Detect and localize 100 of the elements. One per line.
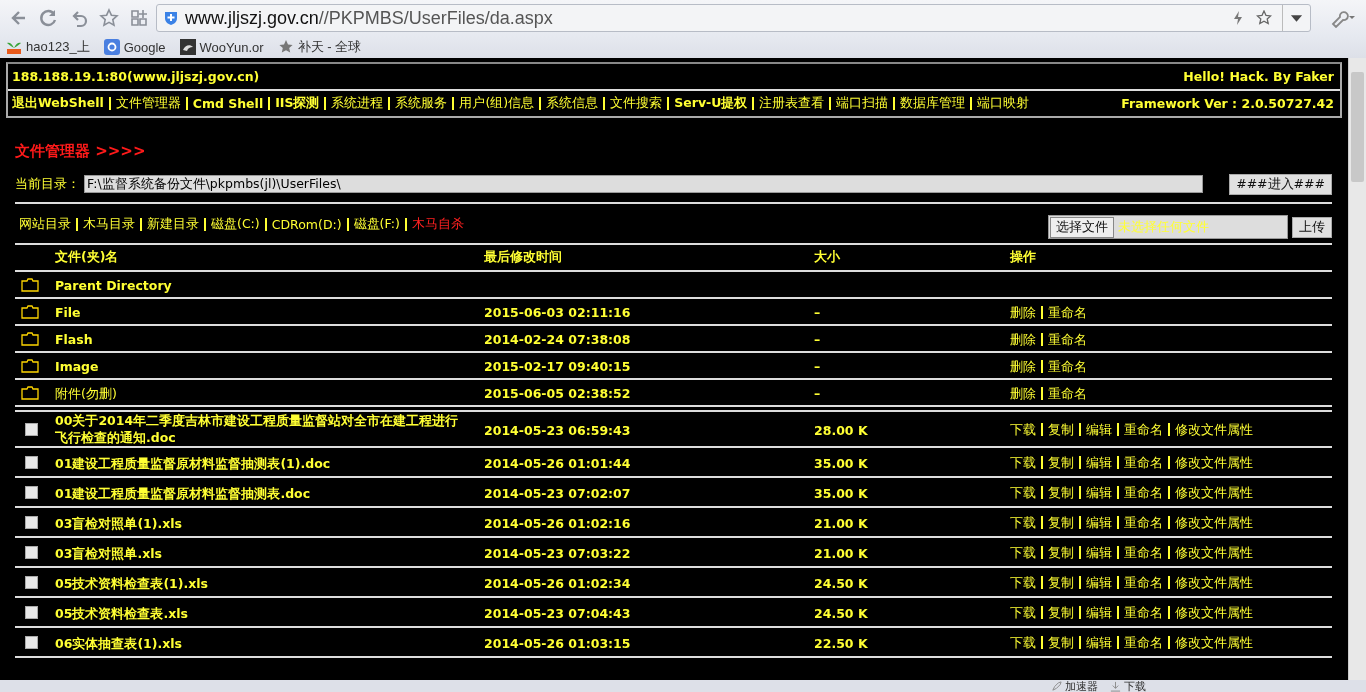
checkbox[interactable] — [25, 422, 38, 436]
action-link[interactable]: 重命名 — [1124, 455, 1163, 470]
nav-link[interactable]: 用户(组)信息 — [459, 95, 535, 112]
action-link[interactable]: 编辑 — [1086, 455, 1112, 470]
action-link[interactable]: 编辑 — [1086, 575, 1112, 590]
nav-link[interactable]: 文件搜索 — [610, 95, 663, 112]
enter-button[interactable]: ###进入### — [1229, 173, 1332, 195]
action-link[interactable]: 重命名 — [1124, 545, 1163, 560]
wrench-icon[interactable] — [1329, 8, 1357, 28]
nav-link[interactable]: 端口映射 — [977, 95, 1030, 112]
nav-link[interactable]: Cmd Shell — [192, 96, 264, 111]
action-link[interactable]: 复制 — [1048, 422, 1074, 437]
status-item[interactable]: 加速器 — [1051, 680, 1098, 692]
checkbox[interactable] — [25, 455, 38, 469]
upload-button[interactable]: 上传 — [1292, 216, 1332, 238]
nav-link[interactable]: Serv-U提权 — [674, 95, 748, 112]
action-link[interactable]: 编辑 — [1086, 515, 1112, 530]
checkbox[interactable] — [25, 485, 38, 499]
document-name[interactable]: 05技术资料检查表(1).xls — [55, 574, 209, 592]
action-link[interactable]: 下载 — [1010, 515, 1036, 530]
action-link[interactable]: 重命名 — [1124, 605, 1163, 620]
checkbox[interactable] — [25, 635, 38, 649]
document-name[interactable]: 01建设工程质量监督原材料监督抽测表.doc — [55, 484, 311, 502]
action-link[interactable]: 下载 — [1010, 575, 1036, 590]
nav-link[interactable]: 退出WebShell — [12, 95, 104, 112]
action-link[interactable]: 修改文件属性 — [1175, 422, 1253, 437]
nav-link[interactable]: 系统服务 — [395, 95, 448, 112]
action-link[interactable]: 复制 — [1048, 515, 1074, 530]
action-link[interactable]: 复制 — [1048, 455, 1074, 470]
nav-link[interactable]: 端口扫描 — [836, 95, 889, 112]
directory-field[interactable]: F:\监督系统备份文件\pkpmbs(jl)\UserFiles\ — [84, 175, 1204, 193]
action-link[interactable]: 删除 — [1010, 385, 1036, 401]
action-link[interactable]: 下载 — [1010, 422, 1036, 437]
checkbox[interactable] — [25, 515, 38, 529]
action-link[interactable]: 修改文件属性 — [1175, 515, 1253, 530]
file-picker[interactable]: 选择文件 未选择任何文件 — [1048, 215, 1288, 239]
drive-link[interactable]: 磁盘(C:) — [211, 215, 260, 233]
action-link[interactable]: 重命名 — [1124, 575, 1163, 590]
star-icon[interactable] — [99, 8, 119, 28]
action-link[interactable]: 下载 — [1010, 485, 1036, 500]
scrollbar-thumb[interactable] — [1351, 72, 1364, 182]
action-link[interactable]: 复制 — [1048, 545, 1074, 560]
nav-link[interactable]: 文件管理器 — [115, 95, 181, 112]
action-link[interactable]: 修改文件属性 — [1175, 575, 1253, 590]
drive-link[interactable]: 木马自杀 — [411, 215, 464, 233]
bookmark[interactable]: 补天 - 全球 — [277, 38, 362, 56]
star-icon[interactable] — [1256, 10, 1272, 26]
address-bar[interactable]: www.jljszj.gov.cn//PKPMBS/UserFiles/da.aspx — [156, 4, 1311, 32]
action-link[interactable]: 修改文件属性 — [1175, 455, 1253, 470]
action-link[interactable]: 下载 — [1010, 605, 1036, 620]
drive-link[interactable]: 网站目录 — [19, 215, 71, 233]
status-item[interactable]: 下载 — [1110, 680, 1146, 692]
drive-link[interactable]: 磁盘(F:) — [353, 215, 400, 233]
document-name[interactable]: 00关于2014年二季度吉林市建设工程质量监督站对全市在建工程进行飞行检查的通知.doc — [55, 412, 470, 446]
nav-link[interactable]: 注册表查看 — [759, 95, 825, 112]
folder-name[interactable]: File — [55, 305, 81, 320]
action-link[interactable]: 修改文件属性 — [1175, 635, 1253, 650]
bookmark[interactable]: hao123_上 — [6, 38, 90, 56]
action-link[interactable]: 重命名 — [1124, 422, 1163, 437]
action-link[interactable]: 重命名 — [1048, 304, 1087, 320]
action-link[interactable]: 编辑 — [1086, 485, 1112, 500]
action-link[interactable]: 修改文件属性 — [1175, 485, 1253, 500]
action-link[interactable]: 重命名 — [1124, 635, 1163, 650]
document-name[interactable]: 05技术资料检查表.xls — [55, 604, 188, 622]
action-link[interactable]: 下载 — [1010, 455, 1036, 470]
bookmark[interactable]: WooYun.or — [179, 39, 264, 55]
folder-name[interactable]: 附件(勿删) — [55, 385, 117, 403]
checkbox[interactable] — [25, 575, 38, 589]
drive-link[interactable]: CDRom(D:) — [271, 216, 342, 232]
action-link[interactable]: 重命名 — [1048, 331, 1087, 347]
checkbox[interactable] — [25, 545, 38, 559]
action-link[interactable]: 重命名 — [1048, 385, 1087, 401]
action-link[interactable]: 复制 — [1048, 635, 1074, 650]
action-link[interactable]: 重命名 — [1124, 515, 1163, 530]
action-link[interactable]: 复制 — [1048, 485, 1074, 500]
nav-link[interactable]: 系统进程 — [331, 95, 384, 112]
document-name[interactable]: 03盲检对照单(1).xls — [55, 514, 183, 532]
reload-icon[interactable] — [39, 8, 59, 28]
nav-link[interactable]: IIS探测 — [275, 95, 320, 112]
action-link[interactable]: 重命名 — [1124, 485, 1163, 500]
action-link[interactable]: 编辑 — [1086, 605, 1112, 620]
action-link[interactable]: 下载 — [1010, 635, 1036, 650]
action-link[interactable]: 编辑 — [1086, 635, 1112, 650]
folder-name[interactable]: Image — [55, 359, 99, 374]
action-link[interactable]: 下载 — [1010, 545, 1036, 560]
apps-icon[interactable] — [129, 8, 149, 28]
action-link[interactable]: 删除 — [1010, 358, 1036, 374]
action-link[interactable]: 重命名 — [1048, 358, 1087, 374]
action-link[interactable]: 修改文件属性 — [1175, 545, 1253, 560]
drive-link[interactable]: 木马目录 — [83, 215, 135, 233]
nav-link[interactable]: 系统信息 — [546, 95, 599, 112]
nav-link[interactable]: 数据库管理 — [900, 95, 966, 112]
bookmark[interactable]: Google — [103, 39, 166, 55]
action-link[interactable]: 修改文件属性 — [1175, 605, 1253, 620]
folder-name[interactable]: Flash — [55, 332, 93, 347]
action-link[interactable]: 删除 — [1010, 331, 1036, 347]
action-link[interactable]: 编辑 — [1086, 545, 1112, 560]
drive-link[interactable]: 新建目录 — [147, 215, 199, 233]
document-name[interactable]: 06实体抽查表(1).xls — [55, 634, 183, 652]
action-link[interactable]: 复制 — [1048, 575, 1074, 590]
